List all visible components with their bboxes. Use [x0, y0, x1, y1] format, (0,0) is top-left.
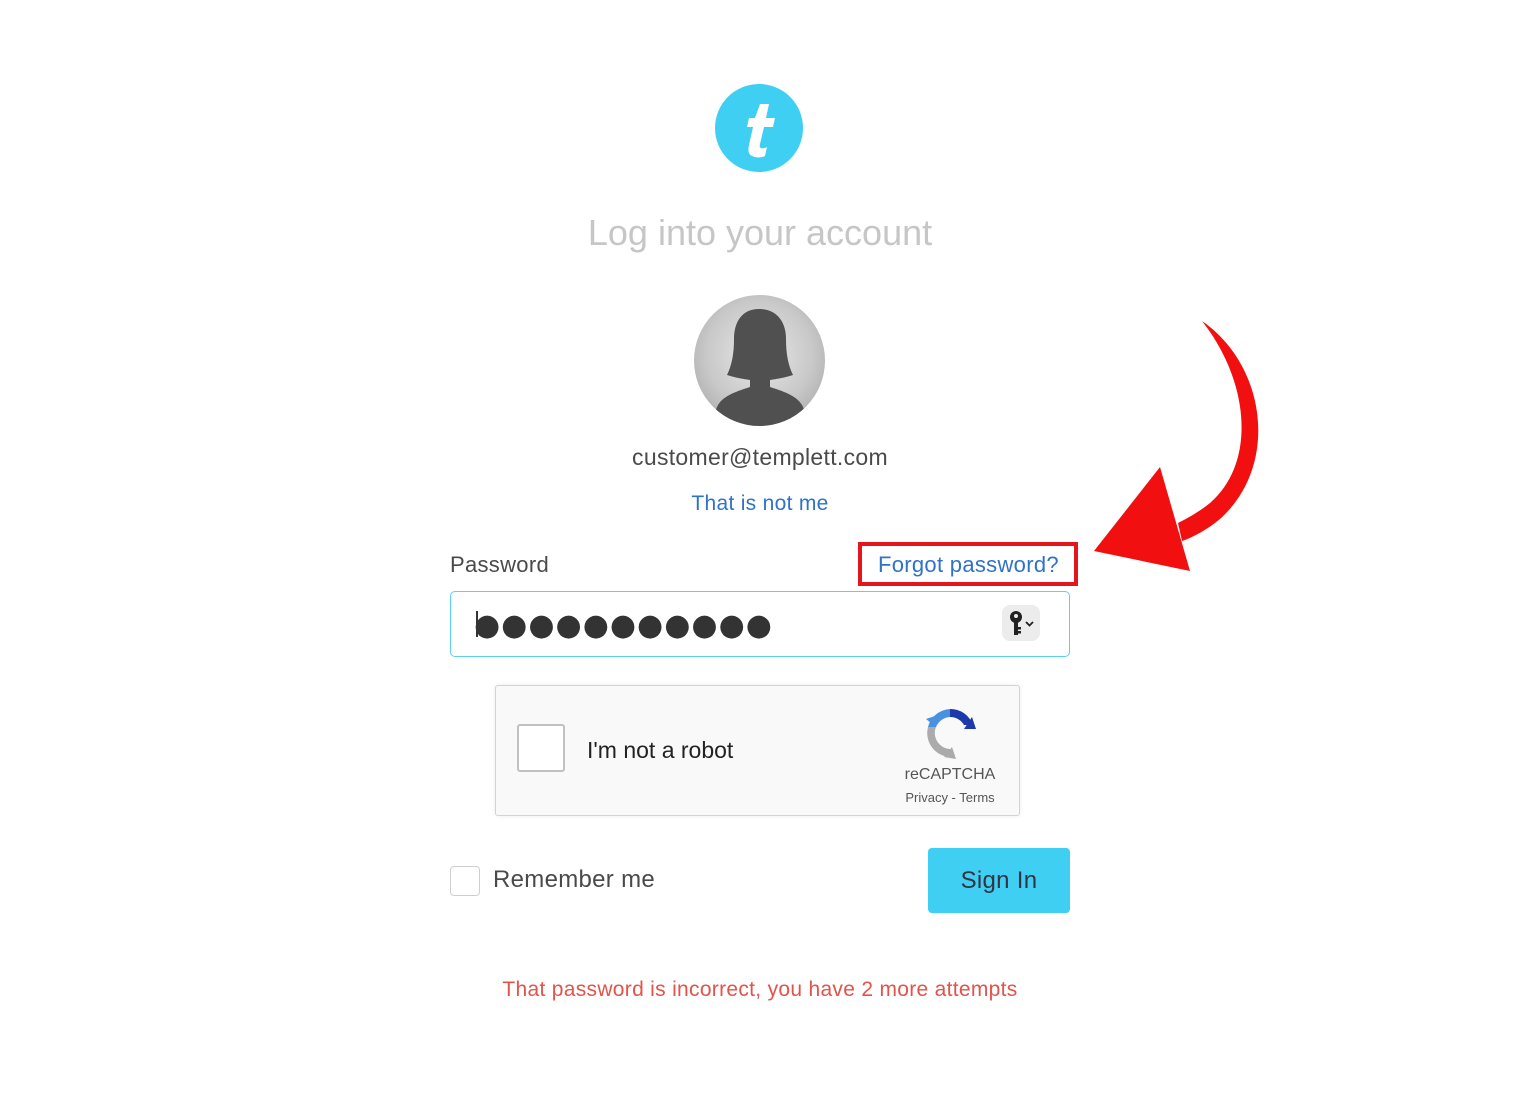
recaptcha-privacy-terms[interactable]: Privacy - Terms [880, 790, 1020, 805]
key-icon [1010, 611, 1034, 635]
account-email: customer@templett.com [632, 444, 888, 470]
text-caret [476, 611, 478, 637]
user-silhouette-icon [714, 309, 806, 426]
recaptcha-label: I'm not a robot [587, 737, 734, 763]
password-manager-button[interactable] [1002, 605, 1040, 641]
password-label: Password [450, 552, 549, 577]
password-masked-value: ●●●●●●●●●●● [474, 608, 773, 643]
remember-me-label[interactable]: Remember me [493, 866, 655, 894]
recaptcha-checkbox[interactable] [517, 724, 565, 772]
avatar [694, 295, 825, 426]
forgot-password-link[interactable]: Forgot password? [878, 552, 1059, 578]
not-me-link[interactable]: That is not me [0, 492, 1520, 516]
sign-in-button[interactable]: Sign In [928, 848, 1070, 913]
templett-logo [715, 84, 803, 172]
red-curved-arrow-icon [1090, 315, 1270, 580]
remember-me-checkbox[interactable] [450, 866, 480, 896]
error-message: That password is incorrect, you have 2 m… [502, 978, 1018, 1001]
page-title: Log into your account [587, 212, 933, 253]
recaptcha-brand: reCAPTCHA [904, 766, 996, 783]
recaptcha-logo-icon [920, 703, 980, 763]
